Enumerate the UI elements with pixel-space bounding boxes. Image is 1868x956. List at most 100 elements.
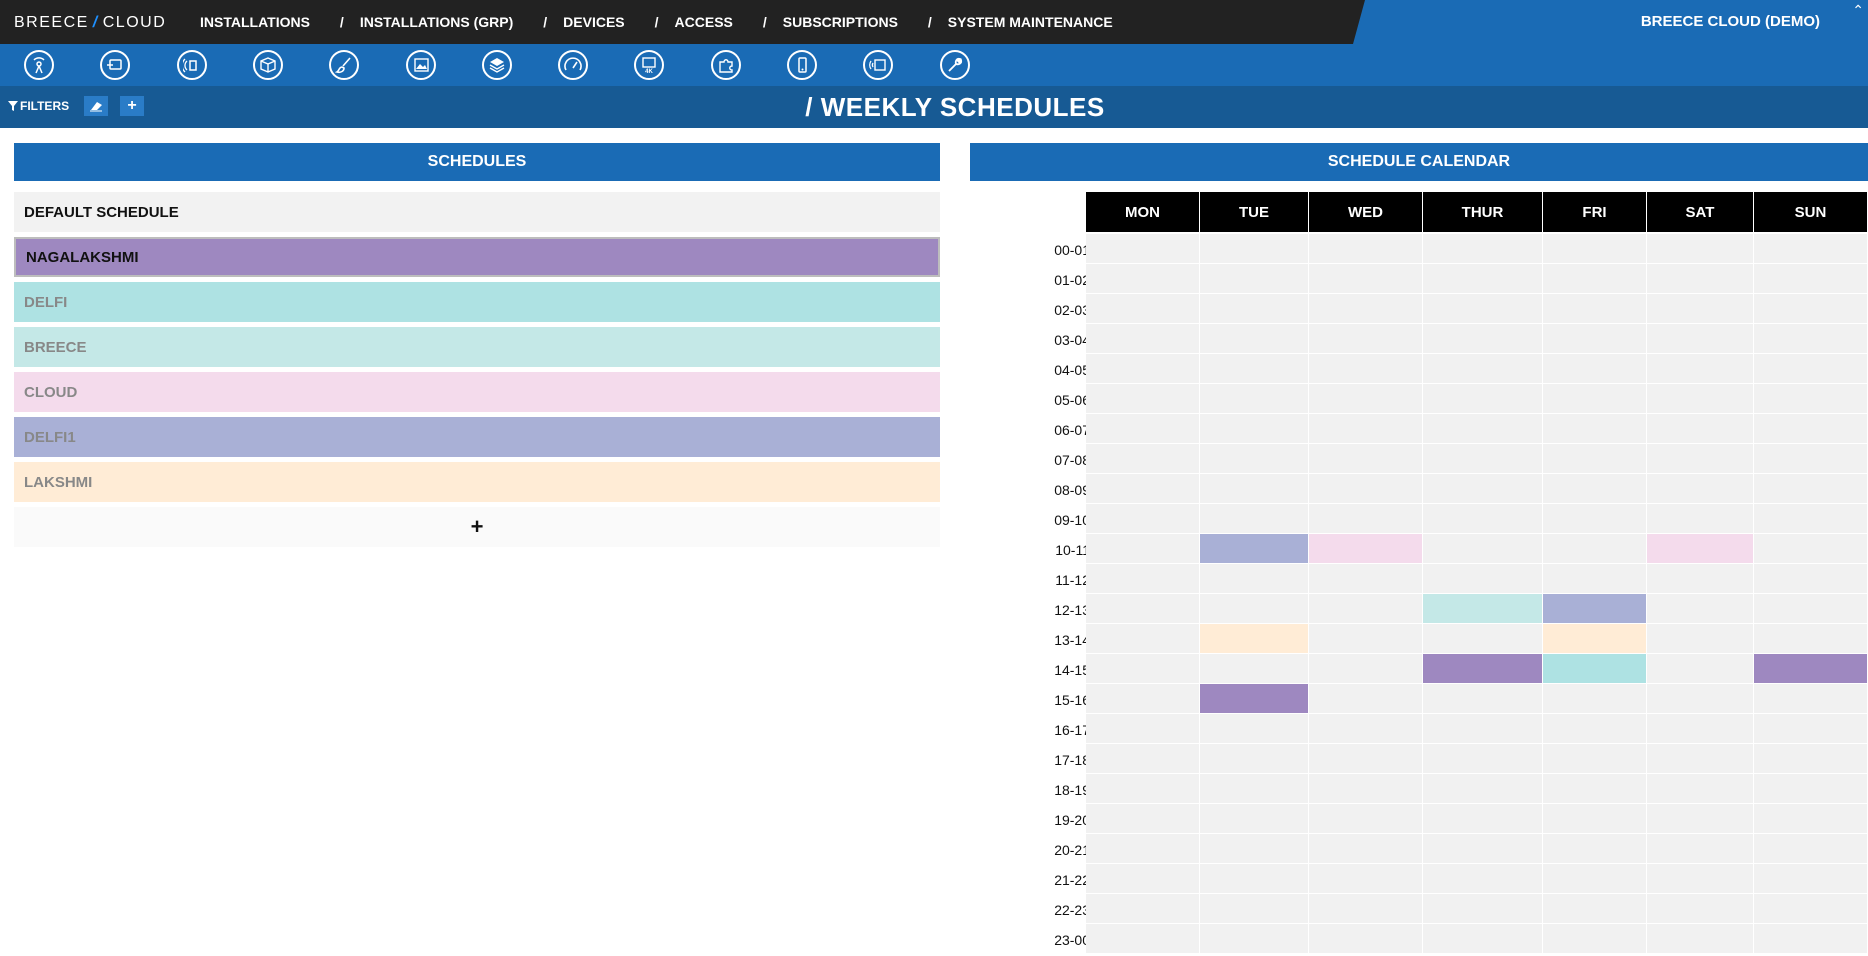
schedule-block[interactable] [1543,624,1647,654]
calendar-cell[interactable] [1543,264,1647,294]
calendar-cell[interactable] [1647,864,1754,894]
calendar-cell[interactable] [1309,444,1423,474]
calendar-cell[interactable] [1647,564,1754,594]
calendar-cell[interactable] [1086,294,1200,324]
calendar-cell[interactable] [1754,894,1868,924]
calendar-cell[interactable] [1754,324,1868,354]
image-gallery-button[interactable] [405,50,436,80]
schedule-block[interactable] [1647,534,1754,564]
calendar-cell[interactable] [1309,624,1423,654]
calendar-cell[interactable] [1200,414,1309,444]
calendar-cell[interactable] [1200,474,1309,504]
calendar-cell[interactable] [1309,414,1423,444]
calendar-cell[interactable] [1647,414,1754,444]
calendar-cell[interactable] [1543,894,1647,924]
calendar-cell[interactable] [1086,744,1200,774]
calendar-cell[interactable] [1754,744,1868,774]
add-schedule-button[interactable]: + [14,507,940,547]
calendar-cell[interactable] [1423,384,1543,414]
calendar-cell[interactable] [1200,654,1309,684]
calendar-cell[interactable] [1543,534,1647,564]
calendar-cell[interactable] [1200,894,1309,924]
calendar-cell[interactable] [1200,744,1309,774]
calendar-cell[interactable] [1086,384,1200,414]
nfc-button[interactable] [176,50,207,80]
calendar-cell[interactable] [1086,894,1200,924]
calendar-cell[interactable] [1754,774,1868,804]
calendar-cell[interactable] [1200,564,1309,594]
calendar-cell[interactable] [1423,234,1543,264]
calendar-cell[interactable] [1754,564,1868,594]
calendar-cell[interactable] [1754,534,1868,564]
calendar-cell[interactable] [1200,444,1309,474]
nav-item-installations[interactable]: INSTALLATIONS [200,14,310,30]
calendar-cell[interactable] [1309,324,1423,354]
calendar-cell[interactable] [1309,744,1423,774]
puzzle-button[interactable] [710,50,741,80]
calendar-cell[interactable] [1086,684,1200,714]
calendar-cell[interactable] [1647,594,1754,624]
calendar-cell[interactable] [1647,894,1754,924]
calendar-cell[interactable] [1309,294,1423,324]
calendar-cell[interactable] [1423,474,1543,504]
brand-logo[interactable]: BREECE / CLOUD [14,14,166,32]
calendar-cell[interactable] [1754,294,1868,324]
schedule-block[interactable] [1200,534,1309,564]
calendar-cell[interactable] [1754,234,1868,264]
calendar-cell[interactable] [1754,804,1868,834]
calendar-cell[interactable] [1423,864,1543,894]
mobile-phone-button[interactable] [787,50,817,80]
calendar-cell[interactable] [1086,534,1200,564]
calendar-cell[interactable] [1647,504,1754,534]
calendar-cell[interactable] [1200,924,1309,954]
calendar-cell[interactable] [1309,654,1423,684]
calendar-cell[interactable] [1754,474,1868,504]
calendar-cell[interactable] [1423,444,1543,474]
calendar-cell[interactable] [1754,864,1868,894]
calendar-cell[interactable] [1754,714,1868,744]
wireless-screen-button[interactable] [863,50,894,80]
nav-item-access[interactable]: ACCESS [675,14,733,30]
calendar-cell[interactable] [1543,474,1647,504]
account-panel[interactable]: BREECE CLOUD (DEMO) ⌃ [1353,0,1868,44]
calendar-cell[interactable] [1647,684,1754,714]
calendar-cell[interactable] [1543,294,1647,324]
calendar-cell[interactable] [1647,714,1754,744]
calendar-cell[interactable] [1309,384,1423,414]
calendar-cell[interactable] [1647,624,1754,654]
calendar-cell[interactable] [1647,234,1754,264]
calendar-cell[interactable] [1086,594,1200,624]
calendar-cell[interactable] [1086,654,1200,684]
calendar-cell[interactable] [1543,234,1647,264]
calendar-cell[interactable] [1423,684,1543,714]
layers-button[interactable] [481,50,512,80]
calendar-cell[interactable] [1543,384,1647,414]
calendar-cell[interactable] [1200,294,1309,324]
schedule-item-default-schedule[interactable]: DEFAULT SCHEDULE [14,192,940,232]
calendar-cell[interactable] [1200,594,1309,624]
schedule-block[interactable] [1423,654,1543,684]
calendar-cell[interactable] [1543,504,1647,534]
calendar-cell[interactable] [1086,414,1200,444]
calendar-cell[interactable] [1543,714,1647,744]
calendar-cell[interactable] [1200,504,1309,534]
chevron-up-icon[interactable]: ⌃ [1852,2,1864,19]
schedule-block[interactable] [1200,684,1309,714]
nav-item-system-maintenance[interactable]: SYSTEM MAINTENANCE [948,14,1113,30]
calendar-cell[interactable] [1754,684,1868,714]
calendar-cell[interactable] [1086,474,1200,504]
calendar-cell[interactable] [1309,504,1423,534]
calendar-cell[interactable] [1543,924,1647,954]
schedule-item-delfi1[interactable]: DELFI1 [14,417,940,457]
nav-item-devices[interactable]: DEVICES [563,14,624,30]
calendar-cell[interactable] [1543,744,1647,774]
calendar-cell[interactable] [1423,714,1543,744]
calendar-cell[interactable] [1086,444,1200,474]
calendar-cell[interactable] [1754,384,1868,414]
calendar-cell[interactable] [1309,234,1423,264]
calendar-cell[interactable] [1200,834,1309,864]
calendar-cell[interactable] [1423,354,1543,384]
calendar-cell[interactable] [1309,684,1423,714]
schedule-block[interactable] [1200,624,1309,654]
calendar-cell[interactable] [1200,324,1309,354]
